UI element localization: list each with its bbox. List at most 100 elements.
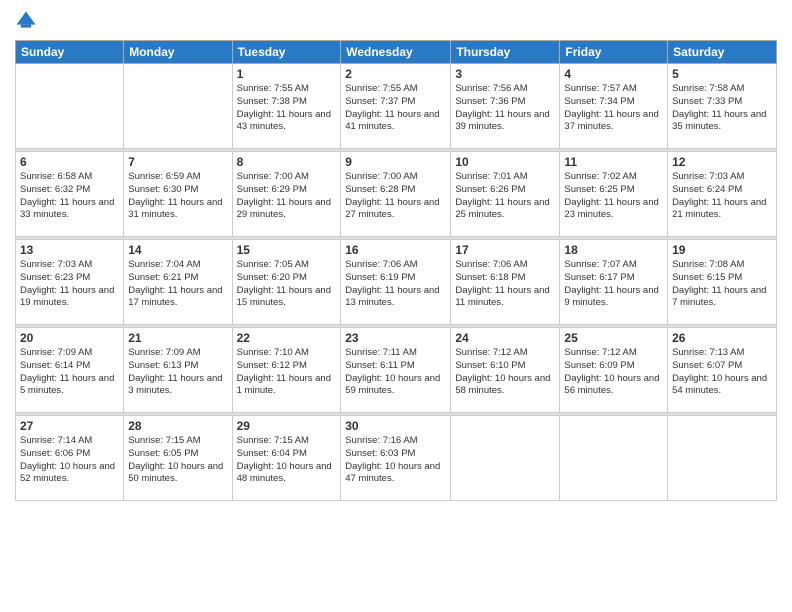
day-detail: Sunrise: 7:06 AMSunset: 6:18 PMDaylight:… <box>455 259 555 310</box>
calendar-cell: 28 Sunrise: 7:15 AMSunset: 6:05 PMDayligh… <box>124 416 232 501</box>
day-detail: Sunrise: 7:55 AMSunset: 7:37 PMDaylight:… <box>345 83 446 134</box>
day-number: 12 <box>672 155 772 169</box>
calendar-cell: 24 Sunrise: 7:12 AMSunset: 6:10 PMDayligh… <box>451 328 560 413</box>
day-detail: Sunrise: 6:59 AMSunset: 6:30 PMDaylight:… <box>128 171 227 222</box>
day-number: 16 <box>345 243 446 257</box>
weekday-header-saturday: Saturday <box>668 41 777 64</box>
calendar-cell: 7 Sunrise: 6:59 AMSunset: 6:30 PMDaylight… <box>124 152 232 237</box>
calendar-cell: 17 Sunrise: 7:06 AMSunset: 6:18 PMDayligh… <box>451 240 560 325</box>
day-number: 24 <box>455 331 555 345</box>
day-number: 1 <box>237 67 337 81</box>
calendar-cell: 21 Sunrise: 7:09 AMSunset: 6:13 PMDayligh… <box>124 328 232 413</box>
weekday-header-tuesday: Tuesday <box>232 41 341 64</box>
day-detail: Sunrise: 7:14 AMSunset: 6:06 PMDaylight:… <box>20 435 119 486</box>
day-detail: Sunrise: 7:57 AMSunset: 7:34 PMDaylight:… <box>564 83 663 134</box>
calendar-cell: 2 Sunrise: 7:55 AMSunset: 7:37 PMDaylight… <box>341 64 451 149</box>
day-number: 9 <box>345 155 446 169</box>
weekday-header-wednesday: Wednesday <box>341 41 451 64</box>
calendar-cell: 13 Sunrise: 7:03 AMSunset: 6:23 PMDayligh… <box>16 240 124 325</box>
day-number: 30 <box>345 419 446 433</box>
day-number: 7 <box>128 155 227 169</box>
week-row-0: 1Sunrise: 7:55 AMSunset: 7:38 PMDaylight… <box>16 64 777 149</box>
day-detail: Sunrise: 6:58 AMSunset: 6:32 PMDaylight:… <box>20 171 119 222</box>
day-number: 27 <box>20 419 119 433</box>
calendar-cell: 9 Sunrise: 7:00 AMSunset: 6:28 PMDaylight… <box>341 152 451 237</box>
day-detail: Sunrise: 7:03 AMSunset: 6:24 PMDaylight:… <box>672 171 772 222</box>
calendar-cell: 6 Sunrise: 6:58 AMSunset: 6:32 PMDaylight… <box>16 152 124 237</box>
day-detail: Sunrise: 7:07 AMSunset: 6:17 PMDaylight:… <box>564 259 663 310</box>
day-number: 11 <box>564 155 663 169</box>
day-number: 2 <box>345 67 446 81</box>
calendar-cell: 26Sunrise: 7:13 AMSunset: 6:07 PMDayligh… <box>668 328 777 413</box>
week-row-3: 20Sunrise: 7:09 AMSunset: 6:14 PMDayligh… <box>16 328 777 413</box>
day-detail: Sunrise: 7:03 AMSunset: 6:23 PMDaylight:… <box>20 259 119 310</box>
day-number: 29 <box>237 419 337 433</box>
calendar-cell: 22 Sunrise: 7:10 AMSunset: 6:12 PMDayligh… <box>232 328 341 413</box>
day-number: 28 <box>128 419 227 433</box>
day-number: 19 <box>672 243 772 257</box>
calendar-cell: 15Sunrise: 7:05 AMSunset: 6:20 PMDayligh… <box>232 240 341 325</box>
logo <box>15 10 39 32</box>
day-detail: Sunrise: 7:02 AMSunset: 6:25 PMDaylight:… <box>564 171 663 222</box>
day-number: 21 <box>128 331 227 345</box>
day-detail: Sunrise: 7:00 AMSunset: 6:28 PMDaylight:… <box>345 171 446 222</box>
day-detail: Sunrise: 7:15 AMSunset: 6:05 PMDaylight:… <box>128 435 227 486</box>
day-number: 17 <box>455 243 555 257</box>
calendar-cell: 23 Sunrise: 7:11 AMSunset: 6:11 PMDayligh… <box>341 328 451 413</box>
day-detail: Sunrise: 7:06 AMSunset: 6:19 PMDaylight:… <box>345 259 446 310</box>
day-detail: Sunrise: 7:15 AMSunset: 6:04 PMDaylight:… <box>237 435 337 486</box>
calendar-cell: 18 Sunrise: 7:07 AMSunset: 6:17 PMDayligh… <box>560 240 668 325</box>
day-detail: Sunrise: 7:10 AMSunset: 6:12 PMDaylight:… <box>237 347 337 398</box>
day-detail: Sunrise: 7:56 AMSunset: 7:36 PMDaylight:… <box>455 83 555 134</box>
calendar-cell <box>668 416 777 501</box>
weekday-header-thursday: Thursday <box>451 41 560 64</box>
day-number: 13 <box>20 243 119 257</box>
calendar-cell <box>451 416 560 501</box>
weekday-header-row: SundayMondayTuesdayWednesdayThursdayFrid… <box>16 41 777 64</box>
calendar-cell <box>16 64 124 149</box>
week-row-4: 27 Sunrise: 7:14 AMSunset: 6:06 PMDayligh… <box>16 416 777 501</box>
calendar-cell: 1Sunrise: 7:55 AMSunset: 7:38 PMDaylight… <box>232 64 341 149</box>
weekday-header-monday: Monday <box>124 41 232 64</box>
day-detail: Sunrise: 7:04 AMSunset: 6:21 PMDaylight:… <box>128 259 227 310</box>
day-number: 18 <box>564 243 663 257</box>
day-detail: Sunrise: 7:58 AMSunset: 7:33 PMDaylight:… <box>672 83 772 134</box>
calendar-cell: 29 Sunrise: 7:15 AMSunset: 6:04 PMDayligh… <box>232 416 341 501</box>
calendar-cell: 25 Sunrise: 7:12 AMSunset: 6:09 PMDayligh… <box>560 328 668 413</box>
calendar-cell: 19 Sunrise: 7:08 AMSunset: 6:15 PMDayligh… <box>668 240 777 325</box>
day-number: 23 <box>345 331 446 345</box>
day-number: 20 <box>20 331 119 345</box>
day-detail: Sunrise: 7:12 AMSunset: 6:09 PMDaylight:… <box>564 347 663 398</box>
calendar-cell: 12 Sunrise: 7:03 AMSunset: 6:24 PMDayligh… <box>668 152 777 237</box>
day-number: 14 <box>128 243 227 257</box>
week-row-2: 13 Sunrise: 7:03 AMSunset: 6:23 PMDayligh… <box>16 240 777 325</box>
day-number: 22 <box>237 331 337 345</box>
day-detail: Sunrise: 7:05 AMSunset: 6:20 PMDaylight:… <box>237 259 337 310</box>
day-detail: Sunrise: 7:09 AMSunset: 6:13 PMDaylight:… <box>128 347 227 398</box>
calendar-cell: 3 Sunrise: 7:56 AMSunset: 7:36 PMDaylight… <box>451 64 560 149</box>
logo-icon <box>15 10 37 32</box>
day-number: 8 <box>237 155 337 169</box>
week-row-1: 6 Sunrise: 6:58 AMSunset: 6:32 PMDaylight… <box>16 152 777 237</box>
day-detail: Sunrise: 7:01 AMSunset: 6:26 PMDaylight:… <box>455 171 555 222</box>
day-detail: Sunrise: 7:12 AMSunset: 6:10 PMDaylight:… <box>455 347 555 398</box>
day-number: 4 <box>564 67 663 81</box>
day-number: 3 <box>455 67 555 81</box>
day-detail: Sunrise: 7:00 AMSunset: 6:29 PMDaylight:… <box>237 171 337 222</box>
calendar-cell: 30 Sunrise: 7:16 AMSunset: 6:03 PMDayligh… <box>341 416 451 501</box>
day-number: 25 <box>564 331 663 345</box>
calendar-cell: 16 Sunrise: 7:06 AMSunset: 6:19 PMDayligh… <box>341 240 451 325</box>
weekday-header-friday: Friday <box>560 41 668 64</box>
calendar-cell: 8 Sunrise: 7:00 AMSunset: 6:29 PMDaylight… <box>232 152 341 237</box>
header <box>15 10 777 32</box>
weekday-header-sunday: Sunday <box>16 41 124 64</box>
day-number: 6 <box>20 155 119 169</box>
day-detail: Sunrise: 7:08 AMSunset: 6:15 PMDaylight:… <box>672 259 772 310</box>
calendar-cell: 10 Sunrise: 7:01 AMSunset: 6:26 PMDayligh… <box>451 152 560 237</box>
calendar-cell <box>124 64 232 149</box>
day-detail: Sunrise: 7:11 AMSunset: 6:11 PMDaylight:… <box>345 347 446 398</box>
calendar-table: SundayMondayTuesdayWednesdayThursdayFrid… <box>15 40 777 501</box>
day-number: 10 <box>455 155 555 169</box>
day-detail: Sunrise: 7:16 AMSunset: 6:03 PMDaylight:… <box>345 435 446 486</box>
day-detail: Sunrise: 7:13 AMSunset: 6:07 PMDaylight:… <box>672 347 772 398</box>
